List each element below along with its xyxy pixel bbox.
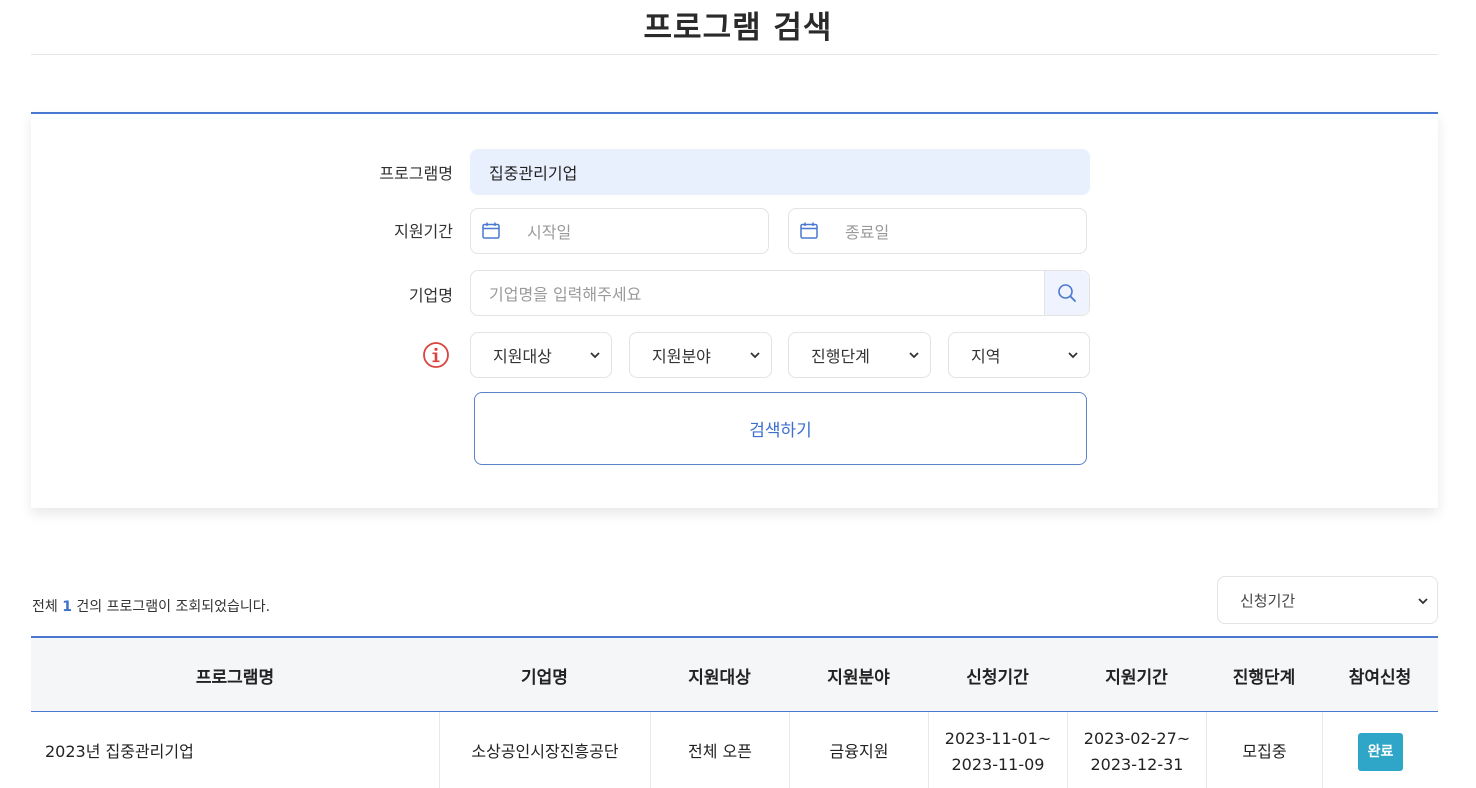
support-period-label: 지원기간 — [394, 222, 453, 241]
field-select[interactable]: 지원분야 — [629, 332, 772, 378]
stage-select[interactable]: 진행단계 — [788, 332, 931, 378]
page-title: 프로그램 검색 — [643, 10, 833, 46]
calendar-icon — [482, 222, 500, 239]
target-select[interactable]: 지원대상 — [470, 332, 612, 378]
info-icon[interactable] — [422, 341, 450, 369]
support-start: 2023-02-27~ — [1083, 729, 1191, 748]
target-select-value: 지원대상 — [493, 347, 552, 366]
chevron-down-icon — [909, 352, 919, 359]
program-name-label: 프로그램명 — [379, 164, 453, 183]
result-count-prefix: 전체 — [32, 599, 58, 615]
header-support-period: 지원기간 — [1105, 667, 1168, 688]
support-end: 2023-12-31 — [1090, 755, 1184, 774]
search-panel: 프로그램명 집중관리기업 지원기간 시작일 종료일 기업명 기업명을 입력해주세… — [31, 112, 1438, 508]
program-name-input[interactable]: 집중관리기업 — [470, 149, 1090, 195]
table-row[interactable]: 2023년 집중관리기업 소상공인시장진흥공단 전체 오픈 금융지원 2023-… — [31, 712, 1438, 788]
cell-program[interactable]: 2023년 집중관리기업 — [31, 712, 439, 788]
company-name-input[interactable]: 기업명을 입력해주세요 — [470, 270, 1090, 316]
header-program: 프로그램명 — [195, 667, 275, 688]
apply-end: 2023-11-09 — [951, 755, 1045, 774]
header-apply-period: 신청기간 — [966, 667, 1029, 688]
cell-stage: 모집중 — [1206, 712, 1322, 788]
result-count-number: 1 — [62, 599, 72, 615]
field-select-value: 지원분야 — [652, 347, 711, 366]
cell-target: 전체 오픈 — [650, 712, 789, 788]
cell-apply-period: 2023-11-01~ 2023-11-09 — [928, 712, 1067, 788]
chevron-down-icon — [1418, 598, 1428, 605]
apply-start: 2023-11-01~ — [944, 729, 1052, 748]
calendar-icon — [800, 222, 818, 239]
result-count-suffix: 건의 프로그램이 조회되었습니다. — [76, 599, 271, 615]
chevron-down-icon — [750, 352, 760, 359]
header-stage: 진행단계 — [1232, 667, 1296, 688]
region-select-value: 지역 — [971, 347, 1001, 366]
chevron-down-icon — [590, 352, 600, 359]
header-field: 지원분야 — [827, 667, 890, 688]
program-name-value: 집중관리기업 — [489, 164, 578, 183]
status-badge[interactable]: 완료 — [1357, 733, 1404, 771]
end-date-input[interactable]: 종료일 — [788, 208, 1087, 254]
result-count: 전체 1 건의 프로그램이 조회되었습니다. — [32, 596, 270, 616]
stage-select-value: 진행단계 — [811, 347, 870, 366]
chevron-down-icon — [1068, 352, 1078, 359]
cell-field: 금융지원 — [789, 712, 928, 788]
company-name-placeholder: 기업명을 입력해주세요 — [489, 285, 642, 304]
company-search-button[interactable] — [1044, 271, 1089, 315]
title-divider — [31, 54, 1438, 55]
table-header: 프로그램명 기업명 지원대상 지원분야 신청기간 지원기간 진행단계 참여신청 — [31, 636, 1438, 712]
company-name-label: 기업명 — [408, 286, 453, 305]
search-icon — [1058, 284, 1076, 302]
header-target: 지원대상 — [688, 667, 751, 688]
cell-apply: 완료 — [1322, 712, 1438, 788]
sort-select[interactable]: 신청기간 — [1217, 576, 1438, 624]
sort-select-value: 신청기간 — [1240, 591, 1296, 610]
search-submit-button[interactable]: 검색하기 — [474, 392, 1087, 465]
header-company: 기업명 — [521, 667, 568, 688]
header-apply: 참여신청 — [1348, 667, 1412, 688]
cell-company: 소상공인시장진흥공단 — [439, 712, 650, 788]
start-date-input[interactable]: 시작일 — [470, 208, 769, 254]
region-select[interactable]: 지역 — [948, 332, 1090, 378]
cell-support-period: 2023-02-27~ 2023-12-31 — [1067, 712, 1206, 788]
